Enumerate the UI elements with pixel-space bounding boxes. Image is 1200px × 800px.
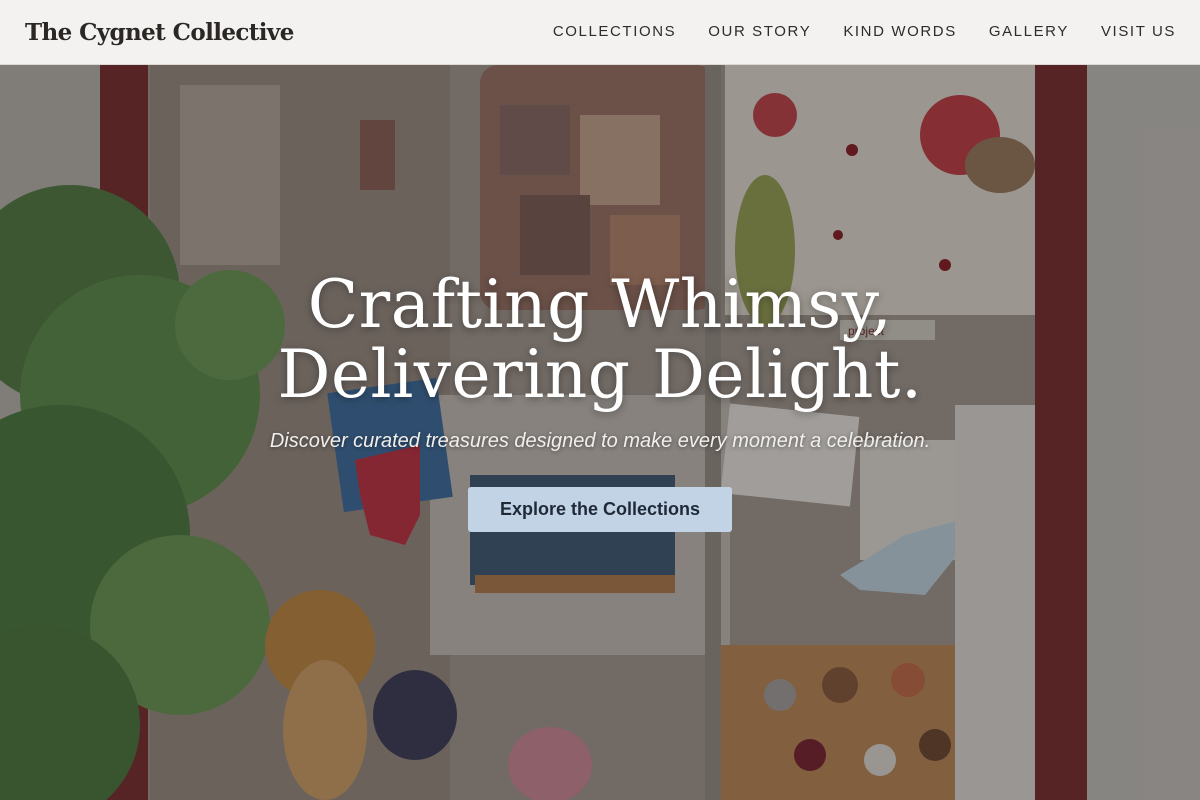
hero-tagline: Discover curated treasures designed to m… bbox=[269, 430, 931, 452]
nav-item: VISIT US bbox=[1101, 23, 1176, 41]
nav-item: KIND WORDS bbox=[843, 23, 957, 41]
nav-link-kind-words[interactable]: KIND WORDS bbox=[843, 23, 957, 40]
hero-title-line-2: Delivering Delight. bbox=[277, 336, 923, 413]
hero-title: Crafting Whimsy, Delivering Delight. bbox=[0, 270, 1200, 410]
hero-title-line-1: Crafting Whimsy, bbox=[307, 266, 893, 343]
nav-link-visit-us[interactable]: VISIT US bbox=[1101, 23, 1176, 40]
site-header: The Cygnet Collective COLLECTIONS OUR ST… bbox=[0, 0, 1200, 65]
nav-item: COLLECTIONS bbox=[553, 23, 676, 41]
hero-content: Crafting Whimsy, Delivering Delight. Dis… bbox=[0, 270, 1200, 532]
nav-link-collections[interactable]: COLLECTIONS bbox=[553, 23, 676, 40]
nav-item: OUR STORY bbox=[708, 23, 811, 41]
nav-link-our-story[interactable]: OUR STORY bbox=[708, 23, 811, 40]
explore-collections-button[interactable]: Explore the Collections bbox=[468, 487, 732, 532]
hero-section: project Crafting Whimsy, Delivering Deli… bbox=[0, 65, 1200, 800]
nav-item: GALLERY bbox=[989, 23, 1069, 41]
brand-logo[interactable]: The Cygnet Collective bbox=[25, 19, 294, 46]
main-nav: COLLECTIONS OUR STORY KIND WORDS GALLERY… bbox=[553, 23, 1176, 41]
nav-link-gallery[interactable]: GALLERY bbox=[989, 23, 1069, 40]
